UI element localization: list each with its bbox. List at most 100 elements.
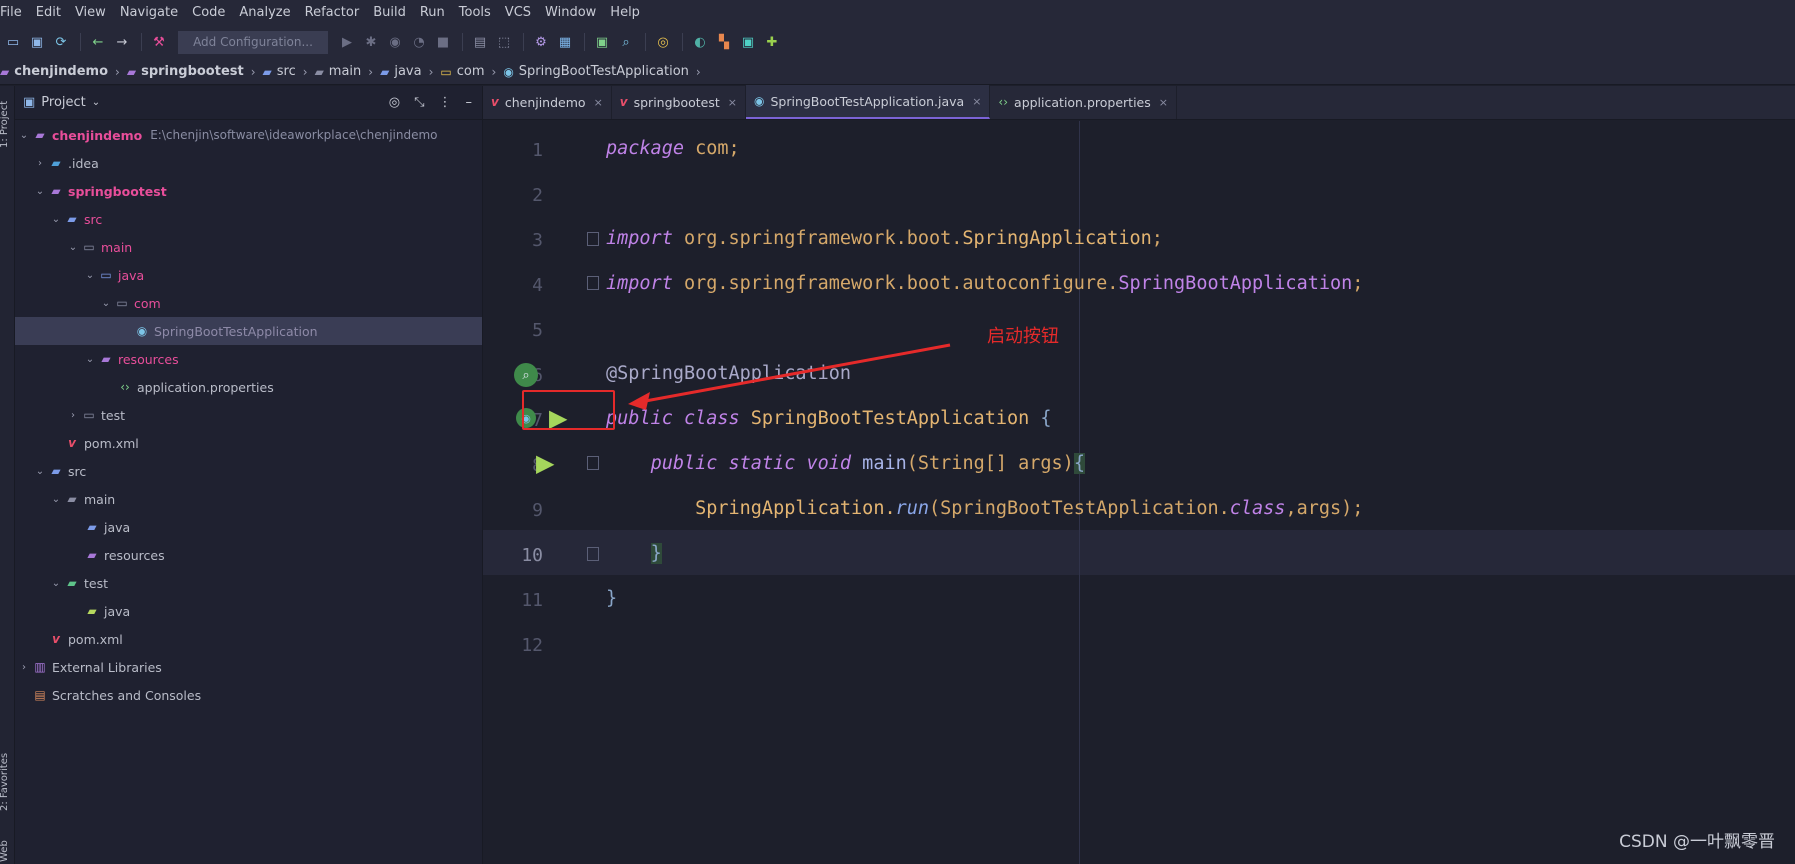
menu-window[interactable]: Window xyxy=(538,5,603,20)
tree-item-java[interactable]: ⌄ ▭ java xyxy=(15,261,482,289)
device-icon[interactable]: ▤ xyxy=(469,31,491,53)
save-icon[interactable]: ▣ xyxy=(26,31,48,53)
tree-item-test[interactable]: ⌄ ▰ test xyxy=(15,569,482,597)
breadcrumb-item[interactable]: ▰ java xyxy=(380,64,421,79)
tree-item-external-libraries[interactable]: › ▥ External Libraries xyxy=(15,653,482,681)
tree-item-main[interactable]: ⌄ ▰ main xyxy=(15,485,482,513)
project-view-selector[interactable]: Project xyxy=(41,95,85,110)
breadcrumb-item[interactable]: ▰ src xyxy=(263,64,296,79)
close-icon[interactable]: × xyxy=(972,95,981,108)
breadcrumb-item[interactable]: ▰ main xyxy=(315,64,362,79)
minimize-icon[interactable]: – xyxy=(466,95,473,110)
menu-code[interactable]: Code xyxy=(185,5,232,20)
sync-icon[interactable]: ⟳ xyxy=(50,31,72,53)
chevron-right-icon[interactable]: › xyxy=(66,410,80,421)
tree-item-chenjindemo[interactable]: ⌄ ▰ chenjindemo E:\chenjin\software\ideawor… xyxy=(15,121,482,149)
debug-icon[interactable]: ✱ xyxy=(360,31,382,53)
breadcrumb-item[interactable]: ▭ com xyxy=(440,64,484,79)
tree-item-src[interactable]: ⌄ ▰ src xyxy=(15,457,482,485)
chevron-down-icon[interactable]: ⌄ xyxy=(92,97,100,108)
tree-item-springboottestapplication[interactable]: ◉ SpringBootTestApplication xyxy=(15,317,482,345)
tree-item-pom-xml[interactable]: v pom.xml xyxy=(15,429,482,457)
tab-springbootest[interactable]: v springbootest × xyxy=(612,85,746,119)
tree-item-resources[interactable]: ⌄ ▰ resources xyxy=(15,345,482,373)
coverage-icon[interactable]: ◉ xyxy=(384,31,406,53)
plugin-target-icon[interactable]: ◎ xyxy=(652,31,674,53)
tab-chenjindemo[interactable]: v chenjindemo × xyxy=(483,85,612,119)
favorites-tool-window-button[interactable]: 2: Favorites xyxy=(0,753,10,811)
menu-edit[interactable]: Edit xyxy=(29,5,68,20)
close-icon[interactable]: × xyxy=(1159,96,1168,109)
tree-item-src[interactable]: ⌄ ▰ src xyxy=(15,205,482,233)
back-icon[interactable]: ← xyxy=(87,31,109,53)
chevron-down-icon[interactable]: ⌄ xyxy=(66,242,80,253)
spring-bean-search-icon[interactable]: ⌕ xyxy=(514,363,538,387)
fold-marker-icon[interactable] xyxy=(587,547,599,561)
tree-item-java[interactable]: ▰ java xyxy=(15,513,482,541)
vcs-icon[interactable]: ◐ xyxy=(689,31,711,53)
chevron-down-icon[interactable]: ⌄ xyxy=(49,578,63,589)
chevron-down-icon[interactable]: ⌄ xyxy=(17,130,31,141)
profile-icon[interactable]: ◔ xyxy=(408,31,430,53)
open-folder-icon[interactable]: ▭ xyxy=(2,31,24,53)
tree-item-springbootest[interactable]: ⌄ ▰ springbootest xyxy=(15,177,482,205)
menu-tools[interactable]: Tools xyxy=(452,5,498,20)
menu-run[interactable]: Run xyxy=(413,5,452,20)
tree-item-application-properties[interactable]: ‹› application.properties xyxy=(15,373,482,401)
menu-view[interactable]: View xyxy=(68,5,113,20)
menu-analyze[interactable]: Analyze xyxy=(232,5,297,20)
build-hammer-icon[interactable]: ⚒ xyxy=(148,31,170,53)
tree-item-pom-xml[interactable]: v pom.xml xyxy=(15,625,482,653)
tree-item-com[interactable]: ⌄ ▭ com xyxy=(15,289,482,317)
menu-help[interactable]: Help xyxy=(603,5,647,20)
chevron-right-icon[interactable]: › xyxy=(17,662,31,673)
close-icon[interactable]: × xyxy=(728,96,737,109)
chevron-down-icon[interactable]: ⌄ xyxy=(83,354,97,365)
code-editor[interactable]: 1 2 3 4 5 6 7 8 9 10 11 12 ⌕ ◉ ▶ ▶ packa… xyxy=(483,121,1795,864)
tab-application-properties[interactable]: ‹› application.properties × xyxy=(990,85,1177,119)
web-tool-window-button[interactable]: Web xyxy=(0,840,10,862)
run-icon[interactable]: ▶ xyxy=(336,31,358,53)
stop-icon[interactable]: ■ xyxy=(432,31,454,53)
run-configuration-select[interactable]: Add Configuration... xyxy=(178,30,328,54)
chevron-down-icon[interactable]: ⌄ xyxy=(33,186,47,197)
services-icon[interactable]: ▣ xyxy=(737,31,759,53)
tab-springboottestapplication-java[interactable]: ◉ SpringBootTestApplication.java × xyxy=(745,85,991,119)
fold-marker-icon[interactable] xyxy=(587,456,599,470)
terminal-icon[interactable]: ▣ xyxy=(591,31,613,53)
tree-item-main[interactable]: ⌄ ▭ main xyxy=(15,233,482,261)
project-structure-icon[interactable]: ▦ xyxy=(554,31,576,53)
tree-item-scratches[interactable]: ▤ Scratches and Consoles xyxy=(15,681,482,709)
breadcrumb-item[interactable]: ◉ SpringBootTestApplication xyxy=(503,64,689,79)
collapse-all-icon[interactable]: ⤡ xyxy=(414,95,424,110)
menu-refactor[interactable]: Refactor xyxy=(298,5,367,20)
chevron-down-icon[interactable]: ⌄ xyxy=(83,270,97,281)
chevron-down-icon[interactable]: ⌄ xyxy=(49,494,63,505)
chevron-down-icon[interactable]: ⌄ xyxy=(49,214,63,225)
more-options-icon[interactable]: ⋮ xyxy=(439,95,452,110)
tasks-icon[interactable]: ▚ xyxy=(713,31,735,53)
menu-navigate[interactable]: Navigate xyxy=(113,5,185,20)
tree-item-idea[interactable]: › ▰ .idea xyxy=(15,149,482,177)
chevron-down-icon[interactable]: ⌄ xyxy=(99,298,113,309)
close-icon[interactable]: × xyxy=(594,96,603,109)
menu-vcs[interactable]: VCS xyxy=(498,5,538,20)
locate-target-icon[interactable]: ◎ xyxy=(389,95,400,110)
chevron-down-icon[interactable]: ⌄ xyxy=(33,466,47,477)
breadcrumb-item[interactable]: ▰ chenjindemo xyxy=(0,64,108,79)
puzzle-plugin-icon[interactable]: ✚ xyxy=(761,31,783,53)
update-icon[interactable]: ⬚ xyxy=(493,31,515,53)
menu-file[interactable]: File xyxy=(0,5,29,20)
forward-icon[interactable]: → xyxy=(111,31,133,53)
tree-item-resources[interactable]: ▰ resources xyxy=(15,541,482,569)
tree-item-java[interactable]: ▰ java xyxy=(15,597,482,625)
tree-item-test[interactable]: › ▭ test xyxy=(15,401,482,429)
breadcrumb-item[interactable]: ▰ springbootest xyxy=(127,64,244,79)
fold-marker-icon[interactable] xyxy=(587,276,599,290)
fold-marker-icon[interactable] xyxy=(587,232,599,246)
run-main-gutter-icon[interactable]: ▶ xyxy=(536,451,554,475)
search-icon[interactable]: ⌕ xyxy=(615,31,637,53)
chevron-right-icon[interactable]: › xyxy=(33,158,47,169)
menu-build[interactable]: Build xyxy=(366,5,413,20)
settings-gear-icon[interactable]: ⚙ xyxy=(530,31,552,53)
